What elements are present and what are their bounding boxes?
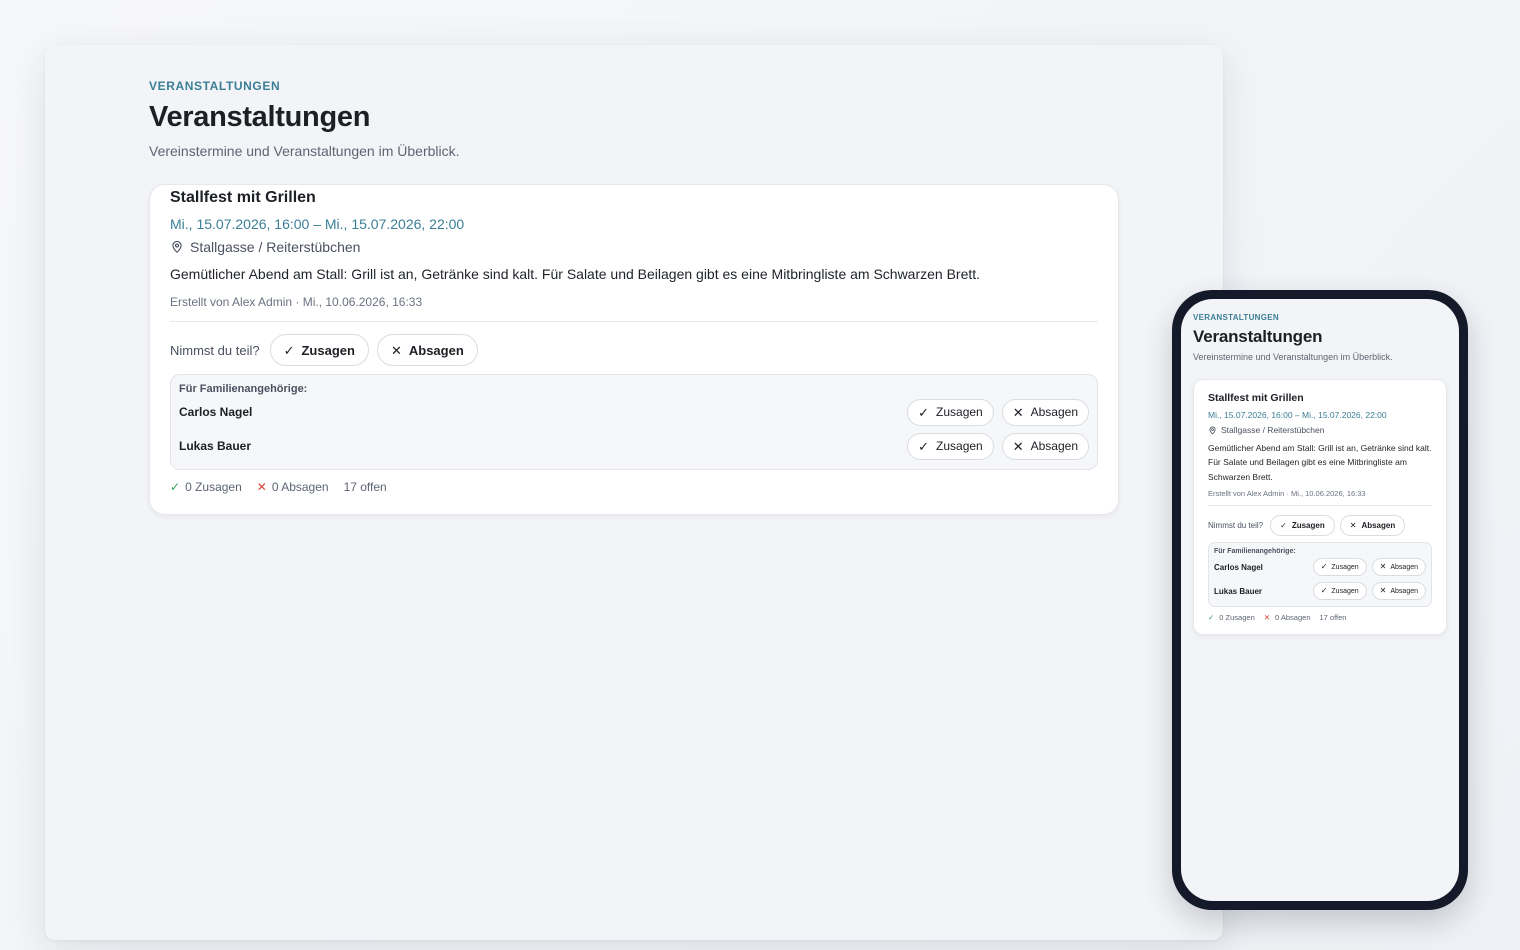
family-member-name: Carlos Nagel [179,405,253,419]
stat-declined-text: 0 Absagen [271,480,329,494]
stat-open-text: 17 offen [1319,613,1347,623]
decline-button[interactable]: ✕ Absagen [1339,515,1406,537]
family-decline-button[interactable]: ✕ Absagen [1001,398,1089,426]
desktop-window: VERANSTALTUNGEN Veranstaltungen Vereinst… [45,45,1223,940]
family-label: Für Familienangehörige: [179,383,308,395]
event-location: Stallgasse / Reiterstübchen [1208,425,1432,435]
rsvp-stats: ✓ 0 Zusagen ✕ 0 Absagen 17 offen [170,480,1098,494]
rsvp-question: Nimmst du teil? [1208,521,1264,531]
page-title: Veranstaltungen [149,101,371,133]
decline-label: Absagen [1030,439,1078,453]
stat-declined: ✕ 0 Absagen [257,480,329,494]
close-icon: ✕ [390,342,402,358]
family-accept-button[interactable]: ✓ Zusagen [907,398,994,426]
family-decline-button[interactable]: ✕ Absagen [1371,558,1426,577]
check-icon: ✓ [1320,586,1328,596]
decline-label: Absagen [408,342,464,358]
accept-label: Zusagen [1331,563,1359,571]
stat-accepted-text: 0 Zusagen [185,480,242,494]
event-card: Stallfest mit Grillen Mi., 15.07.2026, 1… [1193,379,1447,636]
close-icon: ✕ [1263,613,1271,623]
stat-accepted: ✓ 0 Zusagen [170,480,242,494]
rsvp-question: Nimmst du teil? [170,342,260,358]
event-description: Gemütlicher Abend am Stall: Grill ist an… [170,266,981,282]
stat-accepted-text: 0 Zusagen [1219,613,1255,623]
event-meta: Erstellt von Alex Admin · Mi., 10.06.202… [170,295,423,309]
main-content: VERANSTALTUNGEN Veranstaltungen Vereinst… [149,79,1119,515]
decline-label: Absagen [1030,405,1078,419]
phone-content: VERANSTALTUNGEN Veranstaltungen Vereinst… [1193,313,1447,636]
event-title: Stallfest mit Grillen [1208,392,1304,404]
event-title: Stallfest mit Grillen [170,189,316,206]
page-title: Veranstaltungen [1193,327,1323,346]
family-member-row: Carlos Nagel ✓ Zusagen ✕ Absagen [179,395,1089,429]
accept-label: Zusagen [936,405,983,419]
close-icon: ✕ [1349,520,1357,530]
check-icon: ✓ [1320,562,1328,572]
family-accept-button[interactable]: ✓ Zusagen [1312,582,1367,601]
check-icon: ✓ [1280,520,1287,530]
close-icon: ✕ [256,480,267,494]
stat-open-text: 17 offen [343,480,387,494]
accept-label: Zusagen [1331,587,1359,595]
page-eyebrow: VERANSTALTUNGEN [1193,313,1279,322]
accept-label: Zusagen [936,439,983,453]
phone-screen: VERANSTALTUNGEN Veranstaltungen Vereinst… [1181,299,1459,901]
event-location-text: Stallgasse / Reiterstübchen [1221,425,1325,435]
decline-label: Absagen [1390,563,1418,571]
check-icon: ✓ [1208,613,1215,623]
decline-button[interactable]: ✕ Absagen [376,334,478,366]
check-icon: ✓ [918,438,930,454]
close-icon: ✕ [1012,438,1024,454]
event-card: Stallfest mit Grillen Mi., 15.07.2026, 1… [149,184,1119,515]
divider [170,321,1098,322]
event-meta: Erstellt von Alex Admin · Mi., 10.06.202… [1208,489,1366,499]
page-subtitle: Vereinstermine und Veranstaltungen im Üb… [149,143,460,159]
rsvp-row: Nimmst du teil? ✓ Zusagen ✕ Absagen [1208,515,1432,537]
close-icon: ✕ [1379,586,1387,596]
check-icon: ✓ [918,404,930,420]
event-location: Stallgasse / Reiterstübchen [170,239,1098,255]
family-member-row: Lukas Bauer ✓ Zusagen ✕ Absagen [179,429,1089,463]
rsvp-row: Nimmst du teil? ✓ Zusagen ✕ Absagen [170,334,1098,366]
map-pin-icon [1209,426,1216,434]
family-member-row: Lukas Bauer ✓ Zusagen ✕ Absagen [1214,579,1426,603]
family-accept-button[interactable]: ✓ Zusagen [907,432,994,460]
event-description: Gemütlicher Abend am Stall: Grill ist an… [1208,443,1432,482]
divider [1208,505,1432,507]
family-decline-button[interactable]: ✕ Absagen [1001,432,1089,460]
family-decline-button[interactable]: ✕ Absagen [1371,582,1426,601]
close-icon: ✕ [1379,562,1387,572]
event-date: Mi., 15.07.2026, 16:00 – Mi., 15.07.2026… [1208,410,1387,420]
check-icon: ✓ [170,480,181,494]
close-icon: ✕ [1012,404,1024,420]
phone-frame: VERANSTALTUNGEN Veranstaltungen Vereinst… [1172,290,1468,910]
event-location-text: Stallgasse / Reiterstübchen [190,239,361,255]
page-subtitle: Vereinstermine und Veranstaltungen im Üb… [1193,352,1393,362]
family-member-name: Lukas Bauer [1214,586,1263,596]
family-panel: Für Familienangehörige: Carlos Nagel ✓ Z… [170,374,1098,470]
decline-label: Absagen [1361,521,1396,531]
family-panel: Für Familienangehörige: Carlos Nagel ✓ Z… [1208,542,1432,608]
event-date: Mi., 15.07.2026, 16:00 – Mi., 15.07.2026… [170,216,465,232]
check-icon: ✓ [283,342,295,358]
stat-accepted: ✓ 0 Zusagen [1208,613,1255,622]
stat-declined: ✕ 0 Absagen [1264,613,1311,622]
family-member-name: Carlos Nagel [1214,562,1263,572]
accept-button[interactable]: ✓ Zusagen [269,334,369,366]
map-pin-icon [172,240,182,253]
stat-declined-text: 0 Absagen [1275,613,1311,623]
rsvp-stats: ✓ 0 Zusagen ✕ 0 Absagen 17 offen [1208,613,1432,622]
family-label: Für Familienangehörige: [1214,548,1296,556]
stat-open: 17 offen [1320,613,1347,622]
family-member-row: Carlos Nagel ✓ Zusagen ✕ Absagen [1214,555,1426,579]
accept-label: Zusagen [1291,521,1325,531]
accept-button[interactable]: ✓ Zusagen [1270,515,1335,537]
page-eyebrow: VERANSTALTUNGEN [149,79,281,93]
decline-label: Absagen [1390,587,1418,595]
accept-label: Zusagen [301,342,355,358]
family-member-name: Lukas Bauer [179,439,252,453]
stat-open: 17 offen [344,480,387,494]
family-accept-button[interactable]: ✓ Zusagen [1312,558,1367,577]
